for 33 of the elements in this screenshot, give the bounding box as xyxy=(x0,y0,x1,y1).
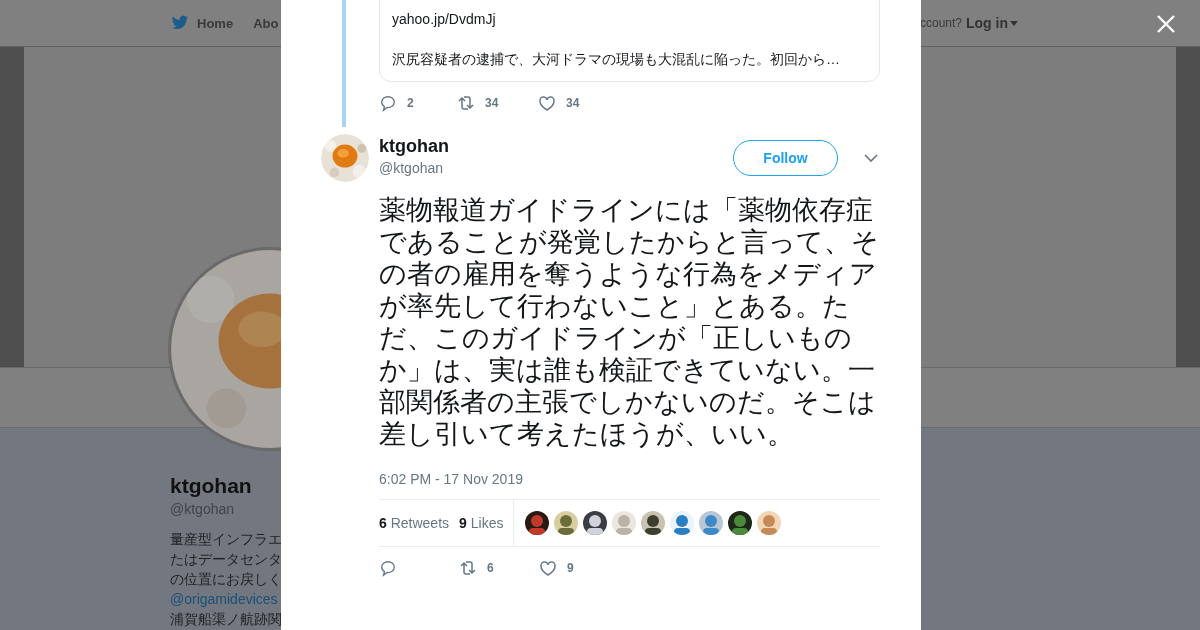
reply-button[interactable]: 2 xyxy=(379,94,457,112)
profile-name: ktgohan xyxy=(170,473,252,499)
heart-icon xyxy=(539,559,557,577)
tweet-timestamp: 6:02 PM - 17 Nov 2019 xyxy=(379,471,524,487)
retweet-button[interactable]: 6 xyxy=(459,559,539,577)
retweet-button[interactable]: 34 xyxy=(457,94,538,112)
bio-line: の位置にお戻しく xyxy=(170,570,282,589)
reply-icon xyxy=(379,94,397,112)
reply-icon xyxy=(379,559,397,577)
like-stat[interactable]: 9 Likes xyxy=(459,515,504,531)
follow-button[interactable]: Follow xyxy=(733,140,838,176)
nav-link[interactable]: Home xyxy=(171,14,234,32)
retweet-icon xyxy=(459,559,477,577)
caret-icon xyxy=(1010,20,1018,26)
login-link[interactable]: Log in xyxy=(966,15,1018,31)
like-button[interactable]: 34 xyxy=(538,94,618,112)
like-button[interactable]: 9 xyxy=(539,559,619,577)
bird-icon xyxy=(171,14,189,32)
user-name[interactable]: ktgohan xyxy=(379,134,723,158)
heart-icon xyxy=(538,94,556,112)
card-summary: 沢尻容疑者の逮捕で、大河ドラマの現場も大混乱に陥った。初回から… xyxy=(392,50,841,69)
user-handle[interactable]: @ktgohan xyxy=(379,158,723,178)
bio-line: たはデータセンタ xyxy=(170,550,282,569)
chevron-down-icon[interactable] xyxy=(864,151,878,165)
bio-line: 量産型インフラエ xyxy=(170,530,282,549)
retweet-stat[interactable]: 6 Retweets xyxy=(379,515,450,531)
tweet-text: 薬物報道ガイドラインには「薬物依存症であることが発覚したからと言って、その者の雇用を奪うような行為をメディアが率先して行わないこと」とある。ただ、このガイドラインが「正しいものか」は、実は誰も検証できていない。一部関係者の主張でしかないのだ。そこは差し引いて考えたほうが、いい。 xyxy=(379,194,879,450)
retweet-icon xyxy=(457,94,475,112)
card-link: yahoo.jp/DvdmJj xyxy=(392,10,497,29)
link-card[interactable]: yahoo.jp/DvdmJj 沢尻容疑者の逮捕で、大河ドラマの現場も大混乱に陥った。初回から… xyxy=(379,0,880,82)
nav-link[interactable]: Abo xyxy=(253,15,279,31)
account-prompt: ccount? xyxy=(919,16,962,30)
bio-line: 浦賀船渠ノ航跡関 xyxy=(170,610,282,629)
